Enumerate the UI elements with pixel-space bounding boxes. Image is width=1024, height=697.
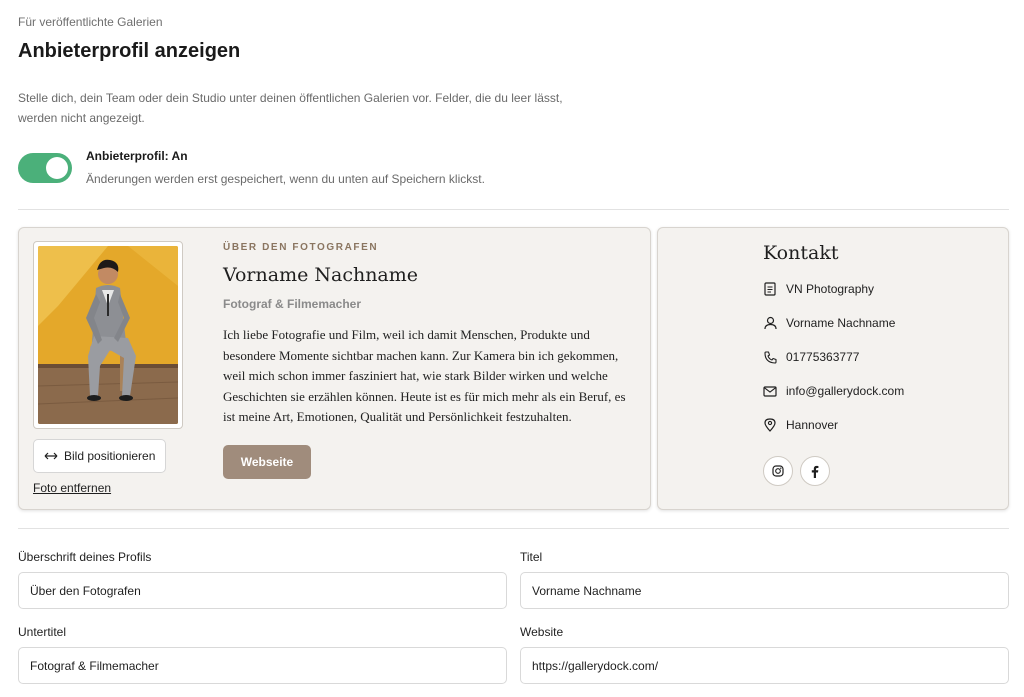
website-input[interactable]	[520, 647, 1009, 684]
contact-title: Kontakt	[763, 242, 839, 264]
toggle-label: Anbieterprofil: An	[86, 149, 188, 163]
position-photo-label: Bild positionieren	[64, 449, 156, 463]
about-subtitle: Fotograf & Filmemacher	[223, 297, 362, 311]
remove-photo-link[interactable]: Foto entfernen	[33, 481, 111, 495]
about-eyebrow: ÜBER DEN FOTOGRAFEN	[223, 242, 379, 253]
facebook-button[interactable]	[800, 456, 830, 486]
intro-text: Stelle dich, dein Team oder dein Studio …	[18, 91, 563, 125]
title-label: Titel	[520, 550, 543, 564]
document-icon	[763, 282, 777, 296]
contact-card: Kontakt VN Photography Vorname Nachname …	[657, 227, 1009, 510]
contact-row-person: Vorname Nachname	[763, 316, 895, 330]
page-title: Anbieterprofil anzeigen	[18, 40, 241, 62]
contact-row-email: info@gallerydock.com	[763, 384, 904, 398]
about-name: Vorname Nachname	[223, 264, 419, 286]
divider-bottom	[18, 528, 1009, 529]
phone-icon	[763, 350, 777, 364]
website-label: Website	[520, 625, 564, 639]
profile-photo	[38, 246, 178, 424]
contact-row-company: VN Photography	[763, 282, 874, 296]
page-eyebrow: Für veröffentlichte Galerien	[18, 15, 163, 29]
contact-person: Vorname Nachname	[786, 316, 896, 330]
divider-top	[18, 209, 1009, 210]
person-icon	[763, 316, 777, 330]
contact-company: VN Photography	[786, 282, 875, 296]
subtitle-input[interactable]	[18, 647, 507, 684]
position-photo-button[interactable]: Bild positionieren	[33, 439, 166, 473]
toggle-hint: Änderungen werden erst gespeichert, wenn…	[86, 172, 485, 186]
about-card: Bild positionieren Foto entfernen ÜBER D…	[18, 227, 651, 510]
instagram-button[interactable]	[763, 456, 793, 486]
subtitle-label: Untertitel	[18, 625, 67, 639]
arrows-horizontal-icon	[44, 451, 58, 461]
contact-email: info@gallerydock.com	[786, 384, 905, 398]
profile-photo-image	[38, 246, 178, 424]
title-input[interactable]	[520, 572, 1009, 609]
photo-frame	[33, 241, 183, 429]
contact-row-location: Hannover	[763, 418, 838, 432]
contact-phone: 01775363777	[786, 350, 860, 364]
profile-heading-input[interactable]	[18, 572, 507, 609]
website-button[interactable]: Webseite	[223, 445, 311, 479]
toggle-knob	[46, 157, 68, 179]
contact-row-phone: 01775363777	[763, 350, 859, 364]
mail-icon	[763, 384, 777, 398]
instagram-icon	[772, 465, 784, 477]
about-bio: Ich liebe Fotografie und Film, weil ich …	[223, 327, 626, 424]
contact-location: Hannover	[786, 418, 839, 432]
profile-heading-label: Überschrift deines Profils	[18, 550, 152, 564]
profile-toggle[interactable]	[18, 153, 72, 183]
facebook-icon	[811, 465, 819, 478]
location-pin-icon	[763, 418, 777, 432]
